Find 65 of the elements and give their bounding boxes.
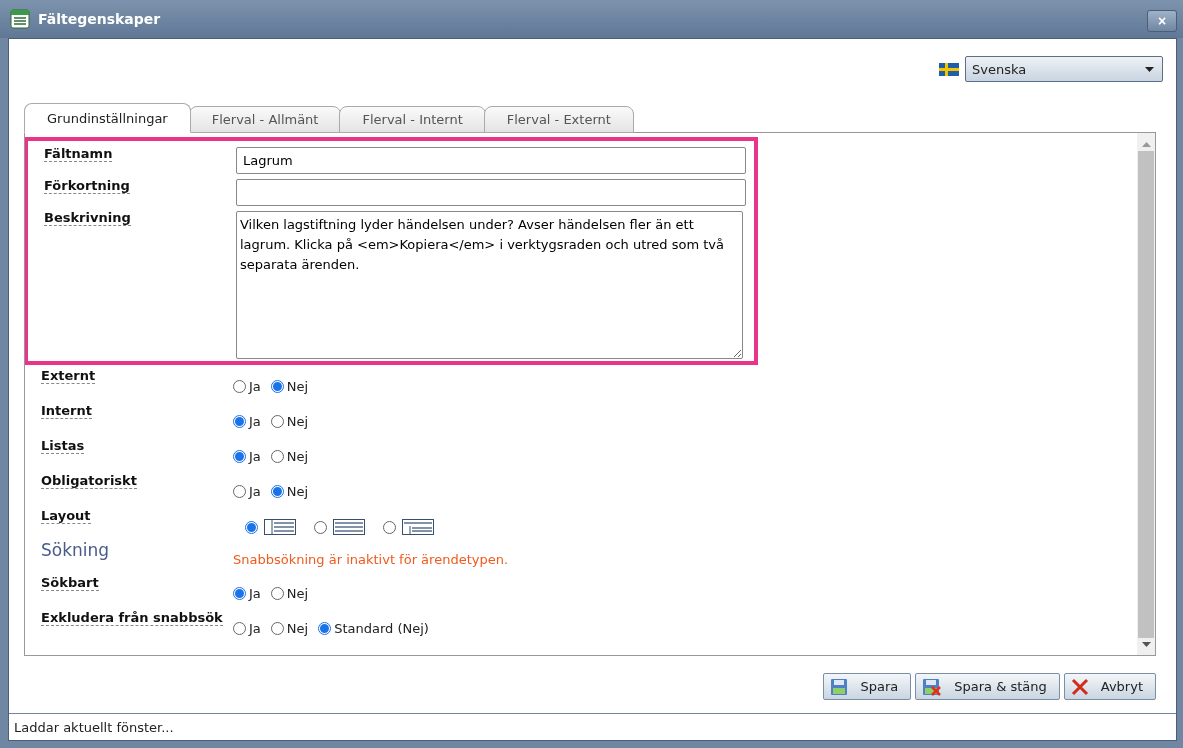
radio-button[interactable] bbox=[233, 587, 246, 600]
toolbar-button[interactable]: Avbryt bbox=[1063, 673, 1156, 700]
info-message: Snabbsökning är inaktivt för ärendetypen. bbox=[233, 551, 509, 567]
field-label: Externt bbox=[41, 360, 96, 384]
status-text: Laddar aktuellt fönster... bbox=[14, 719, 174, 735]
radio-button[interactable] bbox=[318, 622, 332, 635]
language-dropdown[interactable]: Svenska bbox=[965, 56, 1163, 82]
close-icon bbox=[1070, 677, 1089, 696]
radio-label: Nej bbox=[286, 586, 309, 601]
radio-label: Nej bbox=[286, 484, 309, 499]
radio-button[interactable] bbox=[270, 380, 284, 393]
text-area[interactable]: Vilken lagstiftning lyder händelsen under? Avser händelsen fler än ett lagrum. Klicka på <em>Kopiera</em> i verktygsraden och utred som två separata ärenden. bbox=[236, 211, 743, 359]
tab[interactable]: Grundinställningar bbox=[24, 103, 191, 133]
form-icon bbox=[10, 9, 30, 29]
field-label: Listas bbox=[41, 430, 85, 454]
scroll-up-icon bbox=[1141, 142, 1151, 147]
floppy-disk-cross-icon bbox=[922, 677, 943, 696]
field-label: Obligatoriskt bbox=[41, 465, 137, 489]
radio-label: Nej bbox=[286, 621, 309, 636]
tab[interactable]: Flerval - Internt bbox=[339, 106, 486, 133]
field-label: Fältnamn bbox=[44, 138, 113, 162]
radio-button[interactable] bbox=[270, 587, 284, 600]
radio-button[interactable] bbox=[270, 415, 284, 428]
radio-label: Ja bbox=[249, 449, 261, 464]
radio-label: Ja bbox=[249, 586, 261, 601]
field-label: Förkortning bbox=[44, 170, 130, 194]
radio-label: Nej bbox=[286, 449, 309, 464]
radio-label: Nej bbox=[286, 379, 309, 394]
radio-button[interactable] bbox=[270, 622, 284, 635]
window-title: Fältegenskaper bbox=[38, 11, 162, 27]
radio-button[interactable] bbox=[245, 520, 258, 534]
radio-button[interactable] bbox=[314, 520, 327, 534]
text-field[interactable]: Lagrum bbox=[236, 147, 746, 174]
radio-label: Ja bbox=[249, 414, 261, 429]
radio-button[interactable] bbox=[270, 485, 284, 498]
scroll-down-icon bbox=[1141, 642, 1151, 647]
field-label: Exkludera från snabbsök bbox=[41, 602, 223, 626]
radio-button[interactable] bbox=[233, 485, 246, 498]
layout-icon bbox=[402, 519, 434, 535]
radio-label: Standard (Nej) bbox=[334, 621, 429, 636]
radio-label: Ja bbox=[249, 621, 261, 636]
radio-button[interactable] bbox=[233, 450, 246, 463]
tab[interactable]: Flerval - Externt bbox=[483, 106, 634, 133]
toolbar-button[interactable]: Spara & stäng bbox=[915, 673, 1060, 700]
section-heading: Sökning bbox=[41, 539, 110, 560]
layout-icon bbox=[333, 519, 365, 535]
radio-button[interactable] bbox=[233, 415, 246, 428]
caret-icon bbox=[1145, 66, 1154, 72]
text-field[interactable] bbox=[236, 179, 746, 206]
field-label: Sökbart bbox=[41, 567, 99, 591]
toolbar-button[interactable]: Spara bbox=[823, 673, 912, 700]
radio-label: Ja bbox=[249, 379, 261, 394]
field-label: Beskrivning bbox=[44, 202, 131, 226]
radio-button[interactable] bbox=[233, 622, 246, 635]
flag-icon bbox=[939, 62, 959, 76]
radio-label: Nej bbox=[286, 414, 309, 429]
tab[interactable]: Flerval - Allmänt bbox=[188, 106, 342, 133]
radio-button[interactable] bbox=[383, 520, 396, 534]
layout-icon bbox=[264, 519, 296, 535]
radio-label: Ja bbox=[249, 484, 261, 499]
radio-button[interactable] bbox=[270, 450, 284, 463]
field-label: Internt bbox=[41, 395, 92, 419]
radio-button[interactable] bbox=[233, 380, 246, 393]
field-label: Layout bbox=[41, 500, 91, 524]
scrollbar[interactable] bbox=[1137, 133, 1155, 655]
